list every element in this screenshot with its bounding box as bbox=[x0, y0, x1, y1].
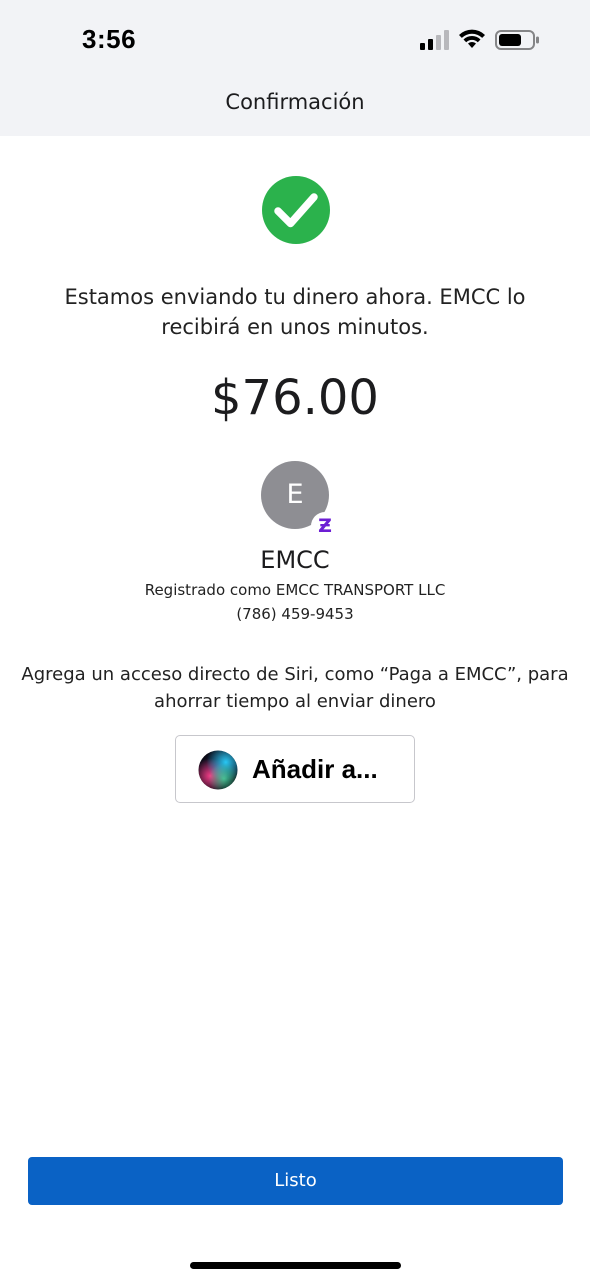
recipient-phone: (786) 459-9453 bbox=[236, 605, 354, 623]
status-time: 3:56 bbox=[82, 24, 137, 54]
zelle-badge-icon: Ƶ bbox=[311, 512, 339, 540]
done-button-label: Listo bbox=[274, 1170, 317, 1191]
home-indicator[interactable] bbox=[190, 1262, 401, 1269]
add-to-siri-label: Añadir a... bbox=[252, 754, 378, 784]
navigation-bar: Confirmación bbox=[0, 70, 590, 136]
add-to-siri-button[interactable]: Añadir a... bbox=[175, 735, 415, 803]
recipient-name: EMCC bbox=[260, 546, 330, 574]
siri-shortcut-prompt: Agrega un acceso directo de Siri, como “… bbox=[21, 664, 569, 712]
payment-amount: $76.00 bbox=[211, 370, 379, 426]
page-title: Confirmación bbox=[225, 90, 365, 114]
battery-icon bbox=[495, 30, 539, 50]
zelle-badge-glyph: Ƶ bbox=[318, 515, 332, 537]
recipient-registered-name: Registrado como EMCC TRANSPORT LLC bbox=[144, 581, 446, 599]
status-bar: 3:56 bbox=[0, 0, 590, 70]
siri-icon bbox=[198, 750, 238, 790]
done-button[interactable]: Listo bbox=[28, 1157, 563, 1205]
check-circle-icon bbox=[262, 176, 330, 244]
confirmation-message: Estamos enviando tu dinero ahora. EMCC l… bbox=[64, 285, 526, 339]
wifi-icon bbox=[459, 29, 485, 48]
signal-icon bbox=[420, 30, 449, 50]
